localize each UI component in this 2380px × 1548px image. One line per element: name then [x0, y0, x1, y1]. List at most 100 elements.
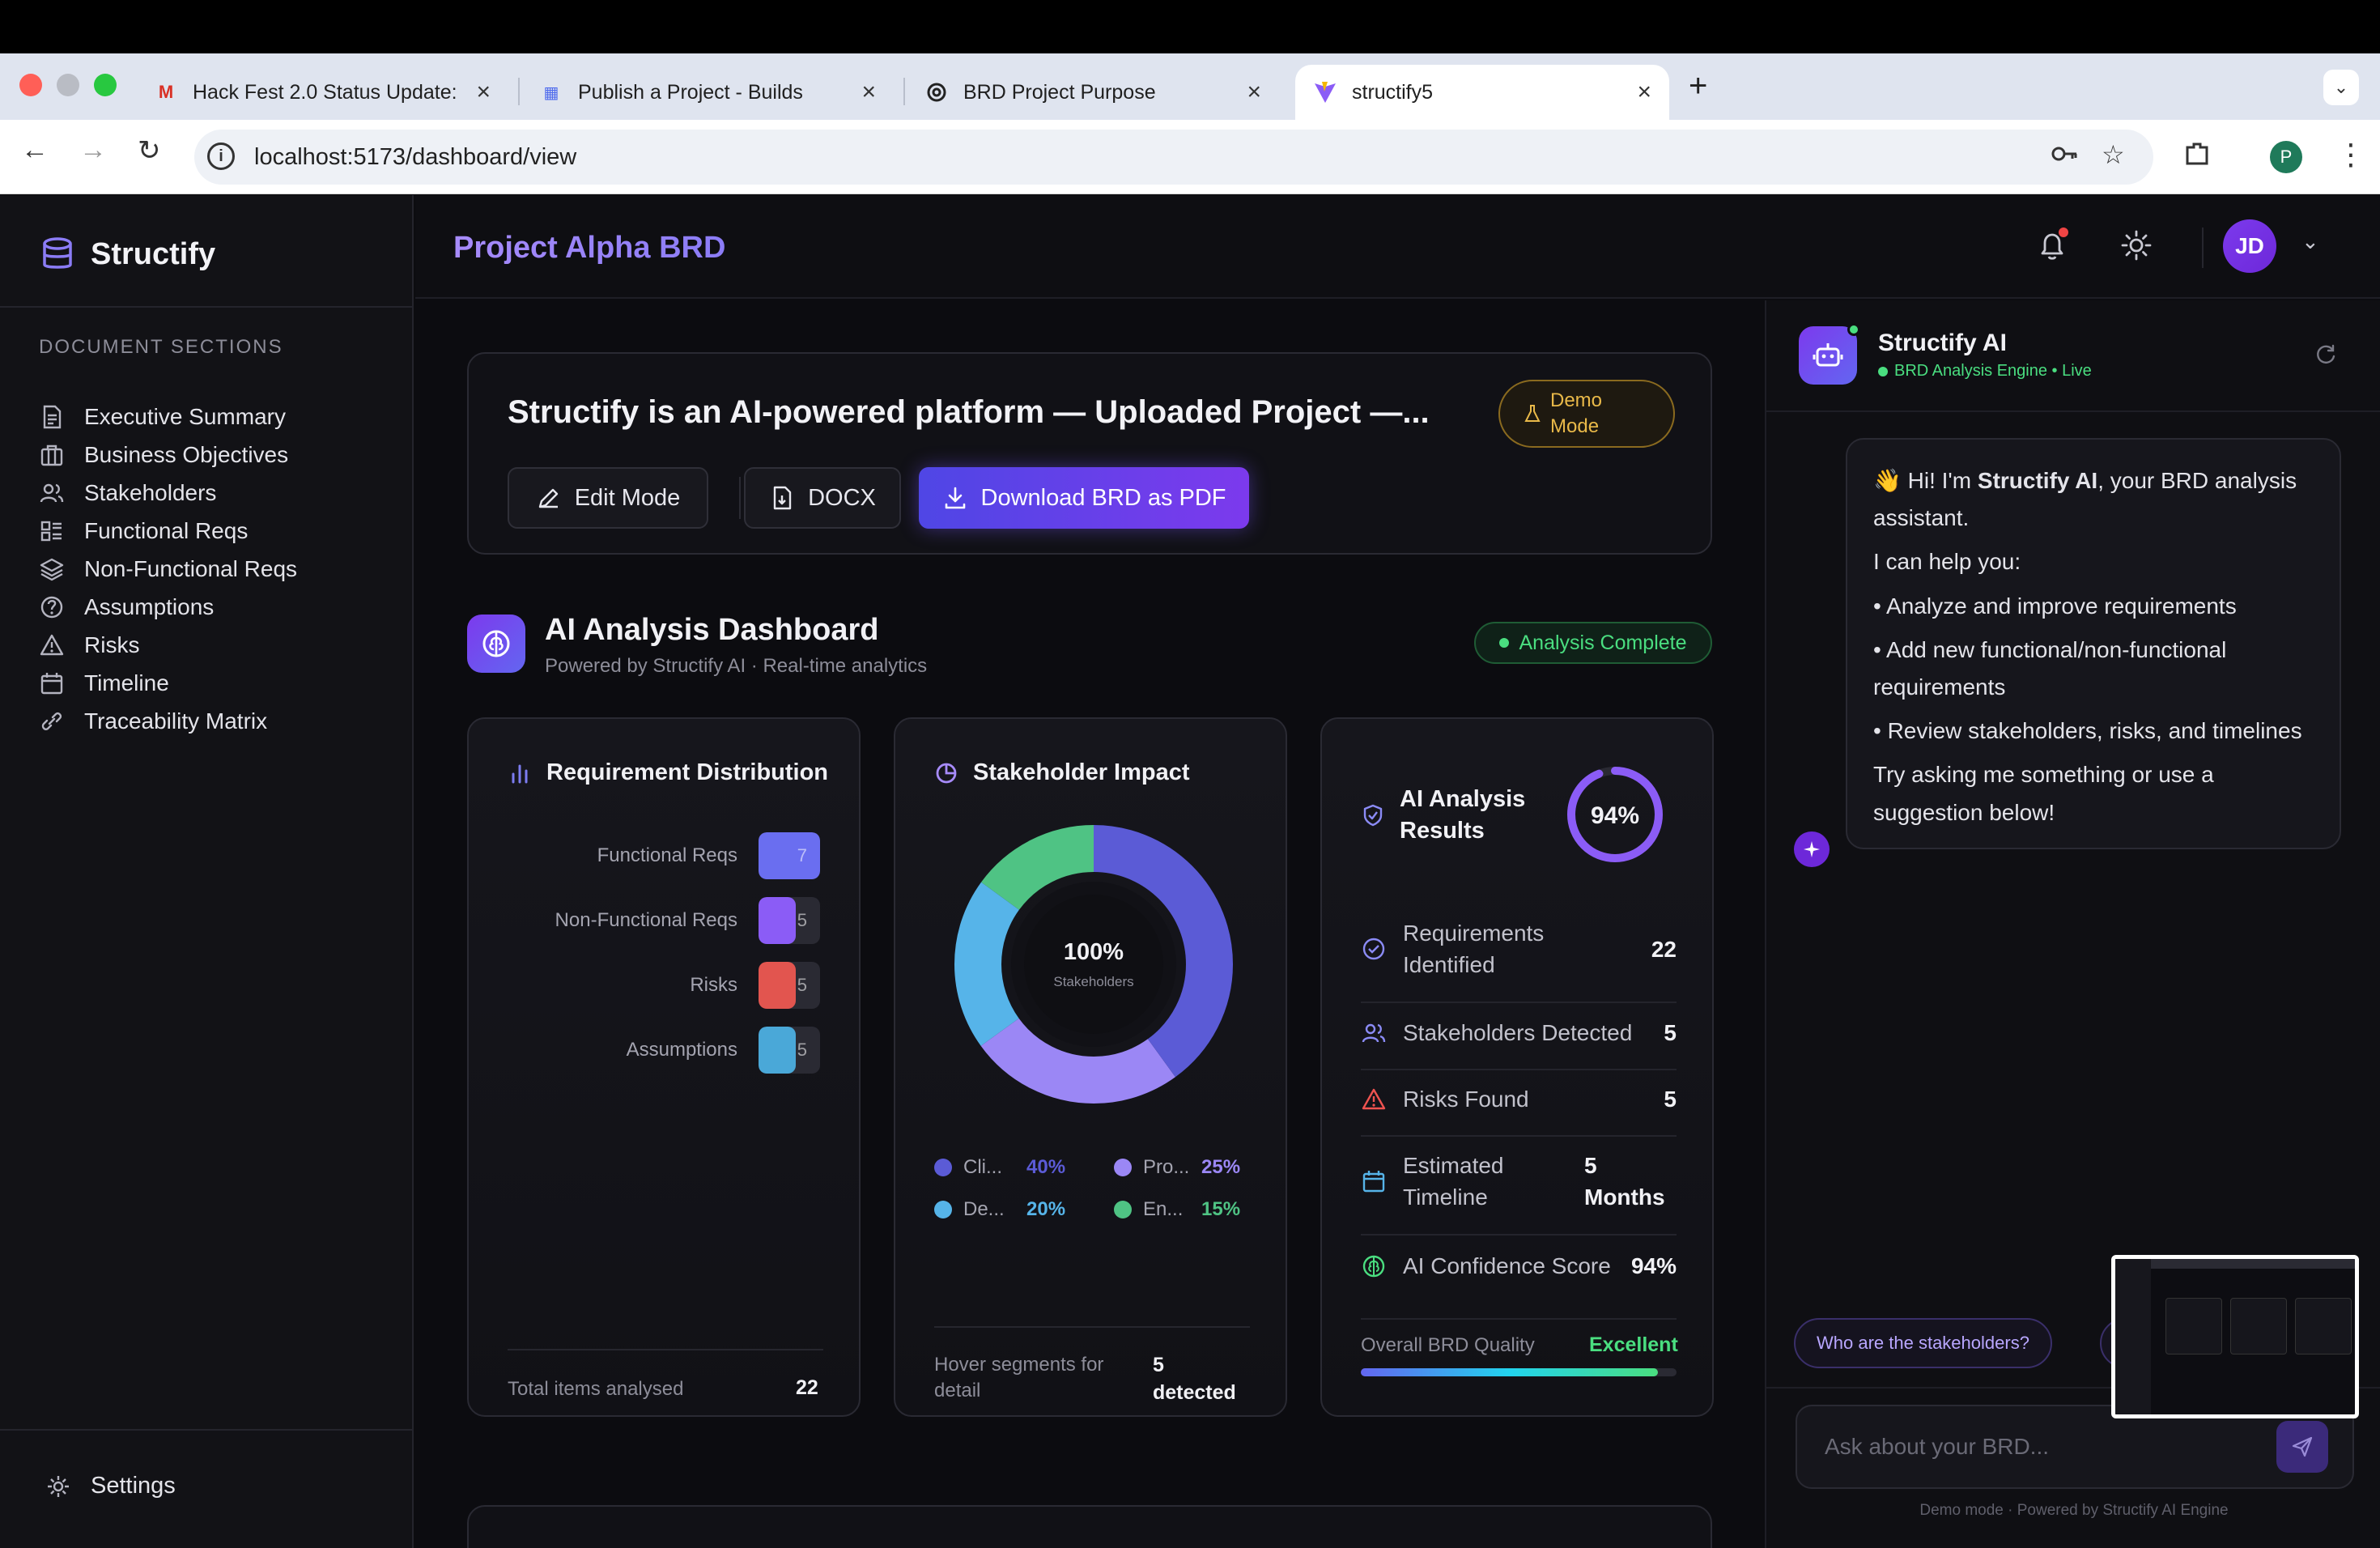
next-section-card	[467, 1505, 1712, 1548]
password-key-icon[interactable]	[2050, 139, 2079, 175]
close-tab-icon[interactable]: ×	[476, 79, 491, 106]
brand-logo[interactable]: Structify	[39, 236, 215, 273]
close-tab-icon[interactable]: ×	[1637, 79, 1651, 106]
question-circle-icon	[40, 596, 63, 619]
warning-icon	[1362, 1088, 1386, 1109]
site-info-icon[interactable]: i	[207, 142, 235, 170]
distribution-bar: 5	[759, 897, 820, 944]
notification-dot	[2059, 228, 2068, 237]
docx-button[interactable]: DOCX	[744, 467, 901, 529]
ai-confidence-row: AI Confidence Score 94%	[1361, 1250, 1677, 1282]
panel-footer: Demo mode · Powered by Structify AI Engi…	[1919, 1502, 2229, 1519]
distribution-row[interactable]: Risks 5	[690, 962, 820, 1009]
brand-name: Structify	[91, 236, 216, 271]
score-value: 94%	[1591, 802, 1639, 829]
tab-search-icon[interactable]: ⌄	[2323, 70, 2359, 105]
browser-tab[interactable]: ▦ Publish a Project - Builds ×	[521, 65, 894, 120]
window-controls	[19, 74, 117, 98]
settings-button[interactable]: Settings	[45, 1473, 176, 1499]
panel-divider	[1766, 410, 2380, 412]
sidebar-item-traceability-matrix[interactable]: Traceability Matrix	[39, 699, 379, 744]
user-avatar[interactable]: JD	[2223, 219, 2276, 273]
donut-center-value: 100%	[1064, 939, 1124, 965]
donut-center-label: Stakeholders	[1053, 974, 1133, 989]
wave-icon: 👋	[1873, 468, 1908, 493]
ai-analysis-results-card: AI Analysis Results 94% Requirements Ident…	[1320, 717, 1714, 1417]
settings-label: Settings	[91, 1473, 176, 1499]
dashboard-subtitle: Powered by Structify AI · Real-time anal…	[545, 655, 928, 677]
reload-icon[interactable]: ↻	[138, 134, 161, 167]
browser-tab[interactable]: M Hack Fest 2.0 Status Update: ×	[136, 65, 508, 120]
legend-item[interactable]: Pro...	[1114, 1156, 1189, 1179]
refresh-icon[interactable]	[2314, 342, 2338, 367]
assistant-name: Structify AI	[1878, 330, 2007, 356]
brain-icon	[1362, 1255, 1385, 1277]
legend-percent: 15%	[1201, 1198, 1241, 1220]
browser-tab-active[interactable]: structify5 ×	[1295, 65, 1669, 120]
stakeholders-detected-row: Stakeholders Detected 5	[1361, 1017, 1677, 1048]
sidebar-divider	[0, 1429, 414, 1431]
sidebar-item-label: Assumptions	[84, 594, 215, 619]
legend-item[interactable]: Cli...	[934, 1156, 1002, 1179]
stakeholders-detected-value: 5 detected	[1153, 1354, 1236, 1404]
close-tab-icon[interactable]: ×	[861, 79, 876, 106]
browser-tab[interactable]: BRD Project Purpose ×	[907, 65, 1279, 120]
download-icon	[945, 487, 965, 509]
legend-item[interactable]: De...	[934, 1198, 1005, 1221]
briefcase-icon	[40, 444, 63, 466]
assistant-status: BRD Analysis Engine • Live	[1878, 362, 2092, 381]
assistant-message: 👋 Hi! I'm Structify AI, your BRD analysi…	[1846, 438, 2341, 849]
address-bar[interactable]: localhost:5173/dashboard/view	[194, 130, 2153, 185]
send-button[interactable]	[2276, 1421, 2328, 1473]
warning-icon	[40, 634, 64, 656]
tab-title: Hack Fest 2.0 Status Update:	[193, 80, 457, 104]
distribution-row[interactable]: Assumptions 5	[627, 1027, 820, 1074]
pie-chart-icon	[936, 763, 957, 783]
screenshot-thumbnail[interactable]	[2111, 1255, 2359, 1418]
new-tab-icon[interactable]: +	[1689, 68, 1707, 104]
legend-item[interactable]: En...	[1114, 1198, 1183, 1221]
bar-chart-icon	[512, 764, 528, 783]
pencil-icon	[538, 488, 558, 508]
document-icon	[43, 405, 62, 429]
chevron-down-icon[interactable]: ⌄	[2301, 229, 2319, 254]
tab-title: structify5	[1352, 80, 1434, 104]
close-tab-icon[interactable]: ×	[1247, 79, 1261, 106]
quality-value: Excellent	[1589, 1333, 1678, 1356]
sun-icon[interactable]	[2119, 228, 2154, 263]
distribution-row[interactable]: Functional Reqs 7	[597, 832, 820, 879]
users-icon	[1362, 1023, 1386, 1042]
minimize-window-button[interactable]	[57, 74, 79, 96]
suggestion-chip[interactable]: Who are the stakeholders?	[1794, 1318, 2052, 1368]
builds-icon: ▦	[543, 83, 559, 102]
zoom-window-button[interactable]	[94, 74, 117, 96]
link-icon	[41, 712, 62, 730]
edit-mode-button[interactable]: Edit Mode	[508, 467, 708, 529]
extensions-icon[interactable]	[2182, 139, 2212, 175]
sidebar-item-label: Functional Reqs	[84, 518, 249, 543]
calendar-icon	[40, 673, 63, 695]
forward-icon[interactable]: →	[79, 134, 107, 166]
tab-separator	[903, 78, 905, 105]
stakeholder-donut-chart[interactable]: 100% Stakeholders	[954, 824, 1234, 1104]
list-icon	[40, 521, 62, 542]
legend-percent: 40%	[1026, 1156, 1066, 1178]
back-icon[interactable]: ←	[21, 134, 49, 166]
download-pdf-button[interactable]: Download BRD as PDF	[919, 467, 1249, 529]
bookmark-star-icon[interactable]: ☆	[2102, 139, 2125, 170]
sidebar-item-label: Non-Functional Reqs	[84, 556, 298, 581]
browser-profile-avatar[interactable]: P	[2270, 141, 2302, 173]
browser-menu-icon[interactable]: ⋮	[2336, 138, 2365, 172]
check-circle-icon	[1362, 938, 1385, 960]
distribution-row[interactable]: Non-Functional Reqs 5	[555, 897, 820, 944]
close-window-button[interactable]	[19, 74, 42, 96]
hover-hint: Hover segments for detail	[934, 1354, 1104, 1402]
analysis-status-badge: Analysis Complete	[1474, 622, 1712, 664]
gear-icon	[48, 1475, 69, 1497]
distribution-bar: 5	[759, 962, 820, 1009]
row-divider	[1361, 1318, 1677, 1320]
card-divider	[508, 1349, 823, 1350]
sidebar-item-label: Timeline	[84, 670, 169, 695]
tab-separator	[518, 78, 520, 105]
app-header: Project Alpha BRD JD ⌄	[415, 195, 2380, 299]
